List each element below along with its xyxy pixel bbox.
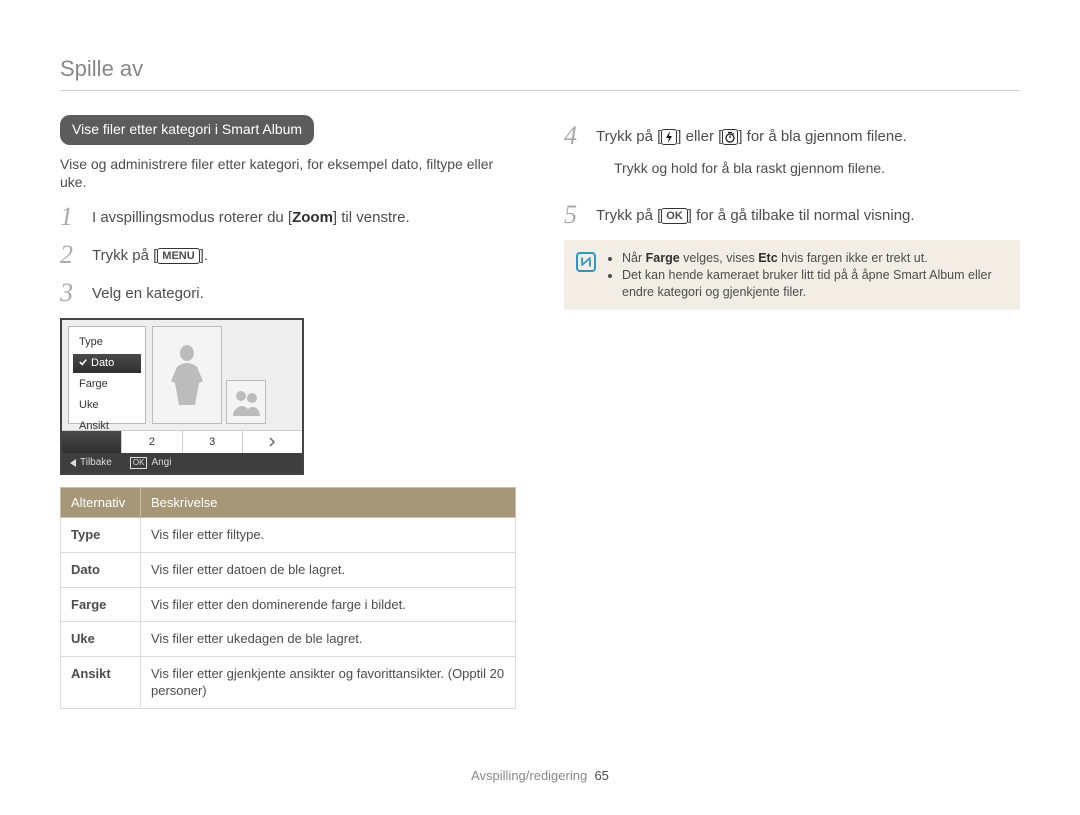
two-column-layout: Vise filer etter kategori i Smart Album … bbox=[60, 115, 1020, 709]
right-column: 4 Trykk på [ ] eller [ ] for å bla gjennom… bbox=[564, 115, 1020, 311]
mock-back: Tilbake bbox=[70, 456, 112, 470]
table-row: Farge Vis filer etter den dominerende fa… bbox=[61, 587, 516, 622]
page-number: 65 bbox=[594, 768, 608, 783]
note-item: Det kan hende kameraet bruker litt tid p… bbox=[622, 267, 1008, 301]
person-silhouette-icon bbox=[163, 335, 211, 415]
steps-list-left: 1 I avspillingsmodus roterer du [Zoom] t… bbox=[60, 204, 516, 306]
triangle-left-icon bbox=[70, 459, 76, 467]
options-table: Alternativ Beskrivelse Type Vis filer et… bbox=[60, 487, 516, 709]
note-list: Når Farge velges, vises Etc hvis fargen … bbox=[606, 250, 1008, 301]
n1-pre: Når bbox=[622, 251, 646, 265]
strip-cell bbox=[243, 431, 302, 453]
n1-mid: velges, vises bbox=[680, 251, 759, 265]
mock-menu-item: Type bbox=[73, 333, 141, 352]
opt-key: Ansikt bbox=[61, 656, 141, 708]
step-number-3: 3 bbox=[60, 280, 80, 306]
mock-thumbnails bbox=[152, 326, 296, 424]
opt-key: Farge bbox=[61, 587, 141, 622]
mock-back-label: Tilbake bbox=[80, 456, 112, 470]
mock-set: OK Angi bbox=[130, 456, 172, 470]
s2-pre: Trykk på [ bbox=[92, 247, 157, 264]
mock-menu-item-selected: Dato bbox=[73, 354, 141, 373]
mock-menu-item: Uke bbox=[73, 396, 141, 415]
flash-icon bbox=[661, 129, 677, 145]
note-box: Når Farge velges, vises Etc hvis fargen … bbox=[564, 240, 1020, 311]
table-row: Dato Vis filer etter datoen de ble lagre… bbox=[61, 552, 516, 587]
opt-val: Vis filer etter den dominerende farge i … bbox=[141, 587, 516, 622]
ok-mini-icon: OK bbox=[130, 457, 148, 469]
step-number-4: 4 bbox=[564, 123, 584, 149]
camera-ui-mock: Type Dato Farge Uke Ansikt bbox=[60, 318, 304, 475]
table-row: Type Vis filer etter filtype. bbox=[61, 518, 516, 553]
step-4-text: Trykk på [ ] eller [ ] for å bla gjennom f… bbox=[596, 123, 907, 190]
opt-val: Vis filer etter ukedagen de ble lagret. bbox=[141, 622, 516, 657]
mock-thumb-small bbox=[226, 380, 266, 424]
s4-post: ] for å bla gjennom filene. bbox=[738, 128, 906, 145]
intro-paragraph: Vise og administrere filer etter kategor… bbox=[60, 155, 516, 193]
ok-icon: OK bbox=[661, 208, 688, 224]
step-number-2: 2 bbox=[60, 242, 80, 268]
step-number-1: 1 bbox=[60, 204, 80, 230]
step-2-text: Trykk på [MENU]. bbox=[92, 242, 208, 266]
s4-mid: ] eller [ bbox=[677, 128, 722, 145]
n1-b1: Farge bbox=[646, 251, 680, 265]
step-5-text: Trykk på [OK] for å gå tilbake til norma… bbox=[596, 202, 915, 226]
subsection-pill: Vise filer etter kategori i Smart Album bbox=[60, 115, 314, 145]
th-alternativ: Alternativ bbox=[61, 487, 141, 518]
note-item: Når Farge velges, vises Etc hvis fargen … bbox=[622, 250, 1008, 267]
s1-bold: Zoom bbox=[292, 209, 333, 226]
opt-val: Vis filer etter filtype. bbox=[141, 518, 516, 553]
s1-post: ] til venstre. bbox=[333, 209, 410, 226]
opt-key: Dato bbox=[61, 552, 141, 587]
chevron-right-icon bbox=[268, 437, 276, 447]
opt-val: Vis filer etter gjenkjente ansikter og f… bbox=[141, 656, 516, 708]
page-footer: Avspilling/redigering 65 bbox=[0, 767, 1080, 785]
footer-label: Avspilling/redigering bbox=[471, 768, 587, 783]
mock-set-label: Angi bbox=[151, 456, 171, 470]
table-row: Uke Vis filer etter ukedagen de ble lagr… bbox=[61, 622, 516, 657]
step-4-subbullets: Trykk og hold for å bla raskt gjennom fi… bbox=[596, 159, 907, 178]
s5-pre: Trykk på [ bbox=[596, 207, 661, 224]
opt-val: Vis filer etter datoen de ble lagret. bbox=[141, 552, 516, 587]
steps-list-right: 4 Trykk på [ ] eller [ ] for å bla gjennom… bbox=[564, 123, 1020, 228]
strip-cell: 2 bbox=[122, 431, 182, 453]
th-beskrivelse: Beskrivelse bbox=[141, 487, 516, 518]
timer-icon bbox=[722, 129, 738, 145]
n1-post: hvis fargen ikke er trekt ut. bbox=[778, 251, 928, 265]
left-column: Vise filer etter kategori i Smart Album … bbox=[60, 115, 516, 709]
mock-category-menu: Type Dato Farge Uke Ansikt bbox=[68, 326, 146, 424]
s5-post: ] for å gå tilbake til normal visning. bbox=[688, 207, 915, 224]
mock-thumb-large bbox=[152, 326, 222, 424]
step-3-text: Velg en kategori. bbox=[92, 280, 204, 304]
note-info-icon bbox=[576, 252, 596, 272]
table-row: Ansikt Vis filer etter gjenkjente ansikt… bbox=[61, 656, 516, 708]
n1-b2: Etc bbox=[758, 251, 777, 265]
sub-bullet: Trykk og hold for å bla raskt gjennom fi… bbox=[614, 159, 907, 178]
mock-footer-bar: Tilbake OK Angi bbox=[62, 453, 302, 473]
step-1-text: I avspillingsmodus roterer du [Zoom] til… bbox=[92, 204, 410, 228]
s2-post: ]. bbox=[200, 247, 208, 264]
people-silhouette-icon bbox=[230, 386, 262, 418]
step-number-5: 5 bbox=[564, 202, 584, 228]
title-rule bbox=[60, 90, 1020, 91]
menu-icon: MENU bbox=[157, 248, 199, 264]
mock-menu-item: Farge bbox=[73, 375, 141, 394]
strip-cell bbox=[62, 431, 122, 453]
check-icon bbox=[79, 358, 87, 366]
mock-menu-item-label: Dato bbox=[91, 357, 114, 369]
s1-pre: I avspillingsmodus roterer du [ bbox=[92, 209, 292, 226]
mock-page-strip: 2 3 bbox=[62, 430, 302, 453]
s4-pre: Trykk på [ bbox=[596, 128, 661, 145]
mock-top: Type Dato Farge Uke Ansikt bbox=[62, 320, 302, 430]
strip-cell: 3 bbox=[183, 431, 243, 453]
section-title: Spille av bbox=[60, 54, 1020, 84]
opt-key: Uke bbox=[61, 622, 141, 657]
opt-key: Type bbox=[61, 518, 141, 553]
